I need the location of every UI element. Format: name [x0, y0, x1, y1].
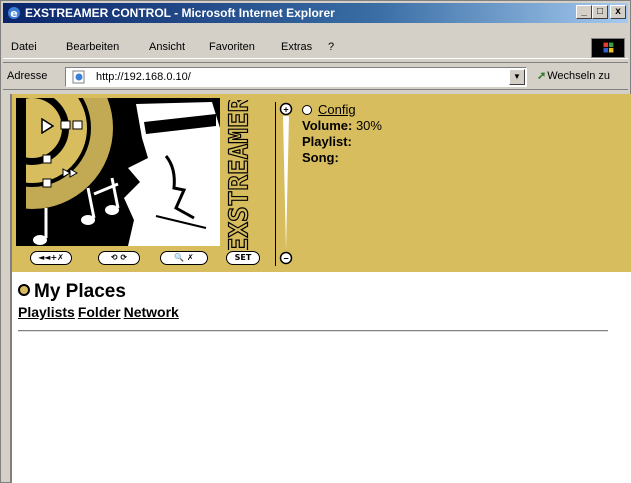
link-playlists[interactable]: Playlists: [18, 304, 75, 320]
stop-icon[interactable]: [42, 178, 52, 188]
link-network[interactable]: Network: [124, 304, 179, 320]
window-title: EXSTREAMER CONTROL - Microsoft Internet …: [25, 6, 335, 20]
exstreamer-logo: EXSTREAMER: [226, 100, 254, 250]
player-header: ◄◄+✗ ⟲ ⟳ 🔍 ✗ SET EXSTREAMER + − Config V…: [12, 94, 631, 272]
my-places-section: My Places Playlists Folder Network: [18, 281, 182, 320]
go-button[interactable]: ➚Wechseln zu: [537, 69, 610, 82]
pause-icon[interactable]: [42, 154, 52, 164]
menu-extras[interactable]: Extras: [281, 41, 312, 53]
volume-label: Volume:: [302, 118, 353, 133]
places-icon: [18, 283, 30, 296]
menu-ansicht[interactable]: Ansicht: [149, 41, 185, 53]
address-label: Adresse: [7, 70, 48, 82]
go-label: Wechseln zu: [547, 70, 610, 82]
volume-down-icon: −: [283, 254, 288, 264]
fast-forward-icon[interactable]: [62, 168, 78, 178]
minimize-button[interactable]: _: [576, 5, 592, 19]
prev-mute-button[interactable]: ◄◄+✗: [30, 251, 72, 265]
close-button[interactable]: x: [610, 5, 626, 19]
places-nav: Playlists Folder Network: [18, 304, 182, 320]
playlist-label: Playlist:: [302, 134, 352, 149]
address-dropdown-button[interactable]: ▼: [509, 69, 525, 85]
divider: [18, 330, 608, 332]
maximize-button[interactable]: □: [592, 5, 608, 19]
windows-logo-icon: [591, 38, 625, 58]
places-title: My Places: [34, 281, 126, 302]
skip-icon[interactable]: [60, 120, 84, 130]
address-url: http://192.168.0.10/: [96, 71, 191, 83]
song-label: Song:: [302, 150, 339, 165]
status-panel: Config Volume: 30% Playlist: Song:: [302, 102, 382, 166]
browser-window: e EXSTREAMER CONTROL - Microsoft Interne…: [0, 0, 631, 483]
menu-help[interactable]: ?: [328, 41, 334, 53]
volume-slider[interactable]: + −: [275, 100, 297, 268]
svg-text:e: e: [10, 7, 17, 20]
volume-up-icon: +: [283, 105, 288, 115]
address-input[interactable]: http://192.168.0.10/ ▼: [65, 67, 527, 87]
config-link[interactable]: Config: [318, 102, 356, 117]
title-bar[interactable]: e EXSTREAMER CONTROL - Microsoft Interne…: [3, 3, 628, 23]
ie-icon: e: [8, 7, 20, 20]
page-icon: [72, 70, 85, 84]
menu-bearbeiten[interactable]: Bearbeiten: [66, 41, 119, 53]
menu-favoriten[interactable]: Favoriten: [209, 41, 255, 53]
go-arrow-icon: ➚: [537, 70, 547, 82]
search-button[interactable]: 🔍 ✗: [160, 251, 208, 265]
brand-text: EXSTREAMER: [226, 100, 254, 250]
set-button[interactable]: SET: [226, 251, 260, 265]
config-icon: [302, 104, 312, 115]
repeat-button[interactable]: ⟲ ⟳: [98, 251, 140, 265]
link-folder[interactable]: Folder: [78, 304, 121, 320]
menu-bar: Datei Bearbeiten Ansicht Favoriten Extra…: [3, 37, 628, 59]
page-content: ◄◄+✗ ⟲ ⟳ 🔍 ✗ SET EXSTREAMER + − Config V…: [10, 94, 631, 483]
address-bar: Adresse http://192.168.0.10/ ▼ ➚Wechseln…: [3, 62, 628, 90]
menu-datei[interactable]: Datei: [11, 41, 37, 53]
play-icon[interactable]: [40, 118, 54, 134]
volume-value: 30%: [355, 118, 382, 133]
